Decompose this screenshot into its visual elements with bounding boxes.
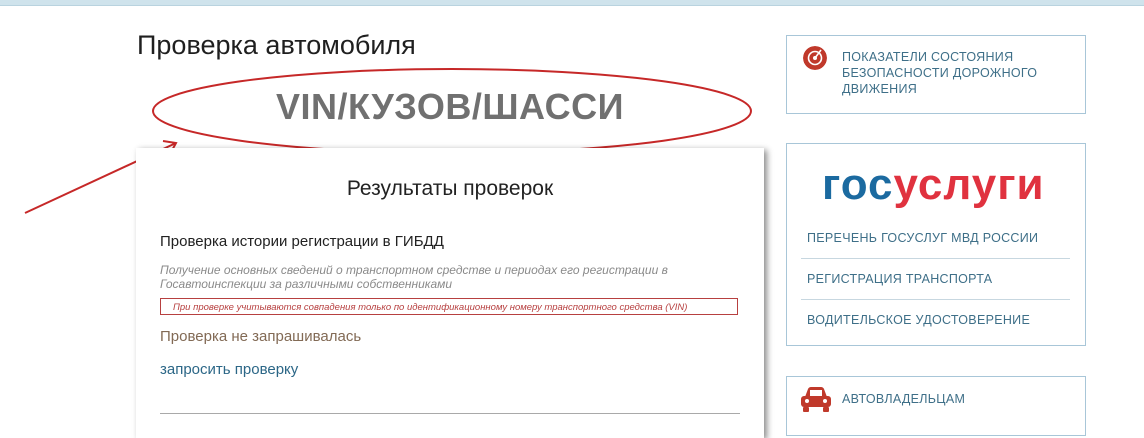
gosuslugi-box: госуслуги ПЕРЕЧЕНЬ ГОСУСЛУГ МВД РОССИИ Р… xyxy=(786,143,1086,346)
results-title: Результаты проверок xyxy=(346,177,554,200)
top-bar xyxy=(0,0,1144,6)
car-owners-label: АВТОВЛАДЕЛЬЦАМ xyxy=(842,392,966,406)
vin-note: При проверке учитываются совпадения толь… xyxy=(160,298,738,315)
safety-indicators-label: ПОКАЗАТЕЛИ СОСТОЯНИЯ БЕЗОПАСНОСТИ ДОРОЖН… xyxy=(842,50,1038,96)
link-drivers-license[interactable]: ВОДИТЕЛЬСКОЕ УДОСТОВЕРЕНИЕ xyxy=(807,313,1070,327)
page-title: Проверка автомобиля xyxy=(137,30,416,60)
logo-part-uslugi: услуги xyxy=(893,160,1045,209)
link-mvd-services[interactable]: ПЕРЕЧЕНЬ ГОСУСЛУГ МВД РОССИИ xyxy=(807,231,1070,245)
check-title: Проверка истории регистрации в ГИБДД xyxy=(160,233,444,250)
target-icon xyxy=(803,46,827,70)
car-icon xyxy=(801,387,831,412)
gosuslugi-logo[interactable]: госуслуги xyxy=(822,160,1045,210)
request-check-link[interactable]: запросить проверку xyxy=(160,361,298,378)
results-panel: Результаты проверок Проверка истории рег… xyxy=(136,148,764,438)
vin-highlight-text: VIN/КУЗОВ/ШАССИ xyxy=(275,86,624,127)
check-status: Проверка не запрашивалась xyxy=(160,328,362,345)
gosuslugi-divider xyxy=(801,299,1070,300)
logo-part-gos: гос xyxy=(822,160,894,209)
safety-indicators-box[interactable]: ПОКАЗАТЕЛИ СОСТОЯНИЯ БЕЗОПАСНОСТИ ДОРОЖН… xyxy=(786,35,1086,114)
car-owners-box[interactable]: АВТОВЛАДЕЛЬЦАМ xyxy=(786,376,1086,436)
panel-divider xyxy=(160,413,740,414)
gosuslugi-divider xyxy=(801,258,1070,259)
check-description: Получение основных сведений о транспортн… xyxy=(160,263,668,291)
link-vehicle-registration[interactable]: РЕГИСТРАЦИЯ ТРАНСПОРТА xyxy=(807,272,1070,286)
